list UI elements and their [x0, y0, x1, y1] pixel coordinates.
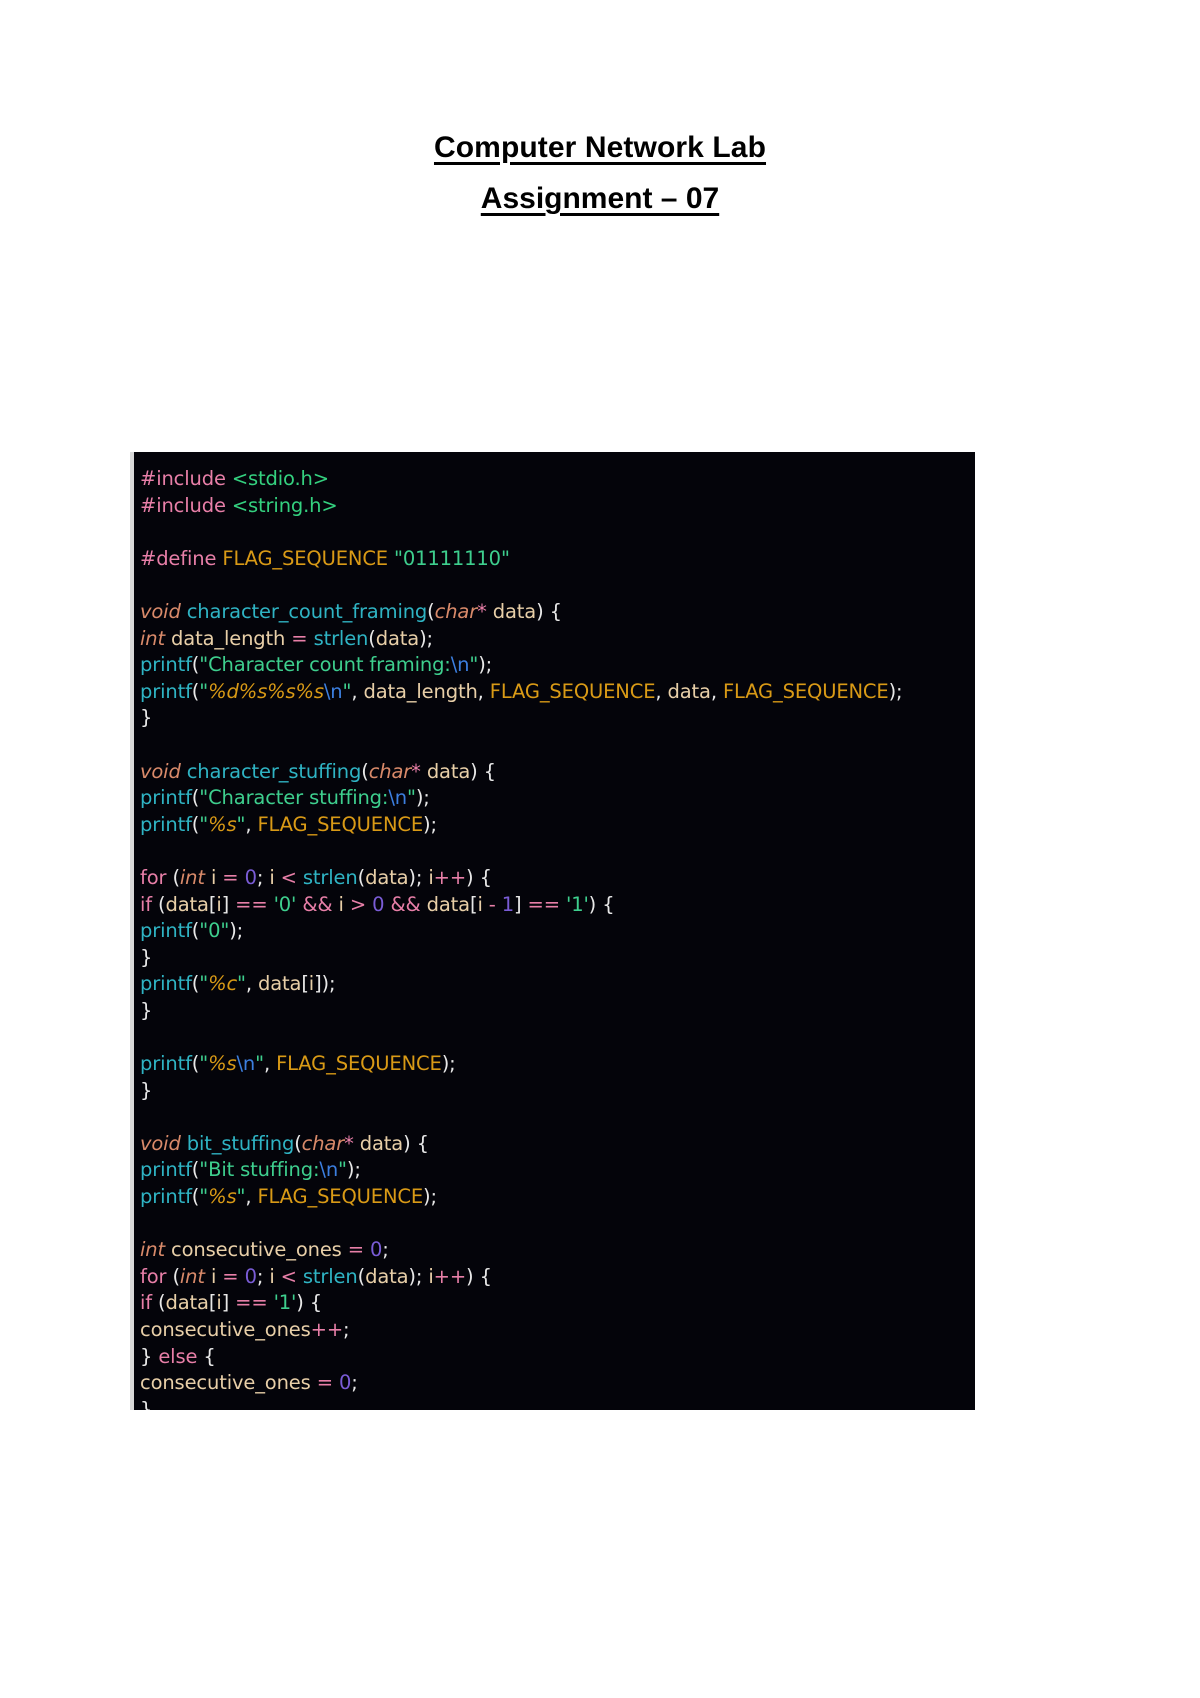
code-line: int consecutive_ones = 0; [140, 1238, 389, 1262]
code-line: void character_count_framing(char* data)… [140, 599, 562, 623]
code-line: printf("0"); [140, 919, 244, 943]
code-line: printf("%s\n", FLAG_SEQUENCE); [140, 1052, 456, 1076]
code-line: for (int i = 0; i < strlen(data); i++) { [140, 1264, 492, 1288]
code-line: printf("Bit stuffing:\n"); [140, 1158, 361, 1182]
page-title: Computer Network Lab [0, 128, 1200, 167]
code-line: } [140, 706, 153, 730]
code-block: #include <stdio.h> #include <string.h> #d… [130, 452, 975, 1410]
page-subtitle-text: Assignment – 07 [480, 182, 720, 215]
code-line: } [140, 1397, 153, 1410]
code-line: } else { [140, 1344, 216, 1368]
code-line: printf("%s", FLAG_SEQUENCE); [140, 812, 437, 836]
code-line: printf("Character stuffing:\n"); [140, 786, 430, 810]
code-line: } [140, 945, 153, 969]
code-line: printf("%s", FLAG_SEQUENCE); [140, 1185, 437, 1209]
code-line: printf("%d%s%s%s\n", data_length, FLAG_S… [140, 679, 903, 703]
page-subtitle: Assignment – 07 [0, 179, 1200, 218]
code-line: printf("%c", data[i]); [140, 972, 336, 996]
code-line: for (int i = 0; i < strlen(data); i++) { [140, 865, 492, 889]
document-page: Computer Network Lab Assignment – 07 #in… [0, 0, 1200, 1698]
page-title-text: Computer Network Lab [433, 131, 767, 164]
code-line: consecutive_ones = 0; [140, 1371, 358, 1395]
code-line: } [140, 1078, 153, 1102]
code-block-gutter [130, 452, 134, 1410]
code-line: void character_stuffing(char* data) { [140, 759, 496, 783]
code-line: #include <string.h> [140, 493, 338, 517]
code-line: void bit_stuffing(char* data) { [140, 1131, 429, 1155]
code-line: #define FLAG_SEQUENCE "01111110" [140, 546, 510, 570]
code-line: } [140, 998, 153, 1022]
code-line: #include <stdio.h> [140, 467, 329, 490]
code-line: consecutive_ones++; [140, 1318, 350, 1341]
code-line: if (data[i] == '1') { [140, 1291, 323, 1315]
code-line: if (data[i] == '0' && i > 0 && data[i - … [140, 892, 615, 916]
code-line: printf("Character count framing:\n"); [140, 653, 493, 677]
document-heading: Computer Network Lab Assignment – 07 [0, 128, 1200, 218]
code-listing: #include <stdio.h> #include <string.h> #d… [140, 466, 965, 1410]
code-line: int data_length = strlen(data); [140, 626, 433, 650]
